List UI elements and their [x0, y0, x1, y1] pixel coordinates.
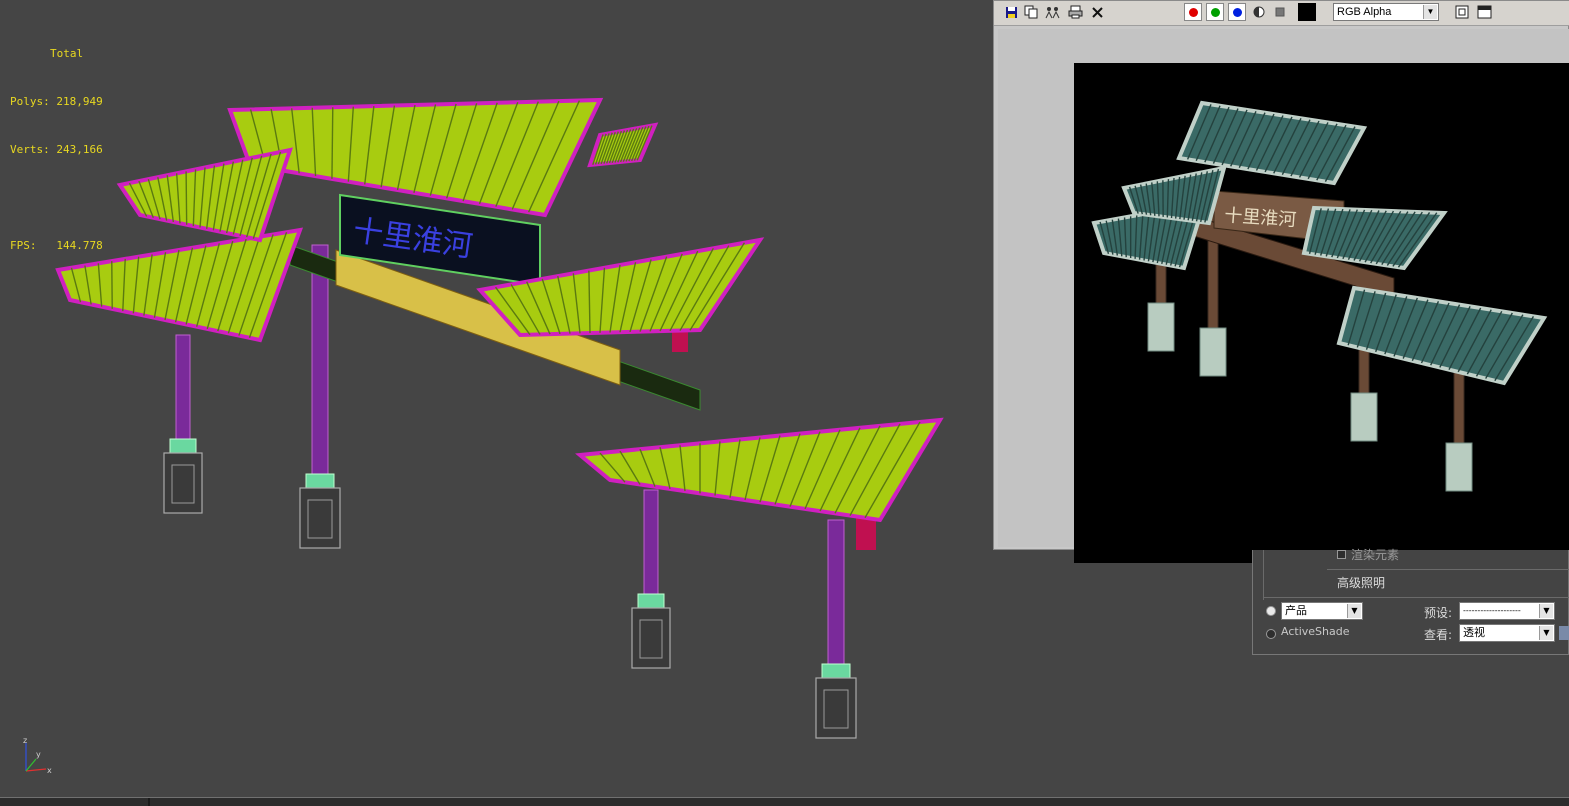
- stats-header: Total: [10, 46, 103, 62]
- rendered-archway: 十里淮河: [1074, 63, 1569, 563]
- render-toolbar: RGB Alpha ▼: [994, 1, 1569, 26]
- render-frame-area: 十里淮河: [998, 29, 1569, 547]
- color-swatch-icon[interactable]: [1298, 3, 1316, 21]
- viewport-statistics: Total Polys: 218,949 Verts: 243,166 FPS:…: [10, 14, 103, 286]
- preset-label: 预设:: [1424, 604, 1452, 621]
- pillar-left-inner: [312, 245, 328, 480]
- render-plinth-3: [1446, 443, 1472, 491]
- roof-top-tile-row: [332, 107, 333, 179]
- axis-x-label: x: [47, 766, 52, 775]
- production-value: 产品: [1285, 604, 1307, 617]
- render-plinth-1: [1200, 328, 1226, 376]
- pillar-right-inner: [644, 490, 658, 600]
- pillar-left-outer-plinth: [164, 453, 202, 513]
- preset-dropdown[interactable]: -------------------- ▼: [1459, 602, 1555, 620]
- wireframe-model: 十里淮河: [0, 0, 995, 797]
- render-roof-right: [1339, 288, 1544, 383]
- view-label: 查看:: [1424, 626, 1452, 643]
- lock-view-icon[interactable]: [1559, 626, 1569, 640]
- production-radio[interactable]: [1266, 606, 1276, 616]
- blue-channel-button[interactable]: [1228, 3, 1246, 21]
- render-elements-label: 渲染元素: [1351, 546, 1399, 563]
- render-roof-left-upper: [1124, 168, 1224, 223]
- advanced-lighting-label: 高级照明: [1337, 574, 1385, 591]
- chevron-down-icon: ▼: [1539, 626, 1553, 640]
- axis-y-label: y: [36, 750, 41, 759]
- chevron-down-icon: ▼: [1539, 604, 1553, 618]
- mono-icon[interactable]: [1271, 3, 1289, 21]
- pillar-left-inner-collar: [306, 474, 334, 488]
- alpha-channel-icon[interactable]: [1250, 3, 1268, 21]
- green-channel-icon: [1211, 8, 1220, 17]
- toggle-ui-icon[interactable]: [1453, 3, 1471, 21]
- channel-dropdown[interactable]: RGB Alpha ▼: [1333, 3, 1439, 21]
- preset-value: --------------------: [1463, 606, 1521, 615]
- render-elements-checkbox[interactable]: [1337, 550, 1346, 559]
- render-plinth-0: [1148, 303, 1174, 351]
- display-icon[interactable]: [1475, 3, 1493, 21]
- view-dropdown[interactable]: 透视 ▼: [1459, 624, 1555, 642]
- copy-icon[interactable]: [1022, 3, 1040, 21]
- pillar-right-inner-collar: [638, 594, 664, 608]
- chevron-down-icon: ▼: [1423, 5, 1437, 19]
- production-dropdown[interactable]: 产品 ▼: [1281, 602, 1363, 620]
- activeshade-radio[interactable]: [1266, 629, 1276, 639]
- render-plinth-2: [1351, 393, 1377, 441]
- rendered-frame-window[interactable]: RGB Alpha ▼ 十里淮河: [993, 0, 1569, 550]
- render-setup-panel: 渲染元素 高级照明 产品 ▼ ActiveShade 预设: ---------…: [1252, 550, 1569, 655]
- clear-icon[interactable]: [1088, 3, 1106, 21]
- pillar-left-inner-plinth: [300, 488, 340, 548]
- blue-channel-icon: [1233, 8, 1242, 17]
- roof-left-upper-tile-row: [186, 171, 187, 224]
- chevron-down-icon: ▼: [1347, 604, 1361, 618]
- pillar-left-outer: [176, 335, 190, 445]
- red-channel-icon: [1189, 8, 1198, 17]
- pillar-left-outer-collar: [170, 439, 196, 453]
- pillar-right-inner-plinth: [632, 608, 670, 668]
- pillar-right-outer: [828, 520, 844, 670]
- activeshade-label: ActiveShade: [1281, 625, 1349, 638]
- save-icon[interactable]: [1002, 3, 1020, 21]
- axis-gizmo: x y z: [14, 735, 54, 780]
- stats-verts: Verts: 243,166: [10, 142, 103, 158]
- pillar-right-outer-plinth: [816, 678, 856, 738]
- roof-right: [580, 420, 940, 520]
- red-channel-button[interactable]: [1184, 3, 1202, 21]
- clone-icon[interactable]: [1044, 3, 1062, 21]
- print-icon[interactable]: [1066, 3, 1084, 21]
- roof-left-upper: [120, 150, 290, 240]
- green-channel-button[interactable]: [1206, 3, 1224, 21]
- stats-polys: Polys: 218,949: [10, 94, 103, 110]
- axis-z-label: z: [23, 736, 27, 745]
- stats-fps: FPS: 144.778: [10, 238, 103, 254]
- view-value: 透视: [1463, 626, 1485, 639]
- pillar-right-outer-collar: [822, 664, 850, 678]
- channel-value: RGB Alpha: [1337, 6, 1391, 18]
- rendered-image: 十里淮河: [1074, 63, 1569, 563]
